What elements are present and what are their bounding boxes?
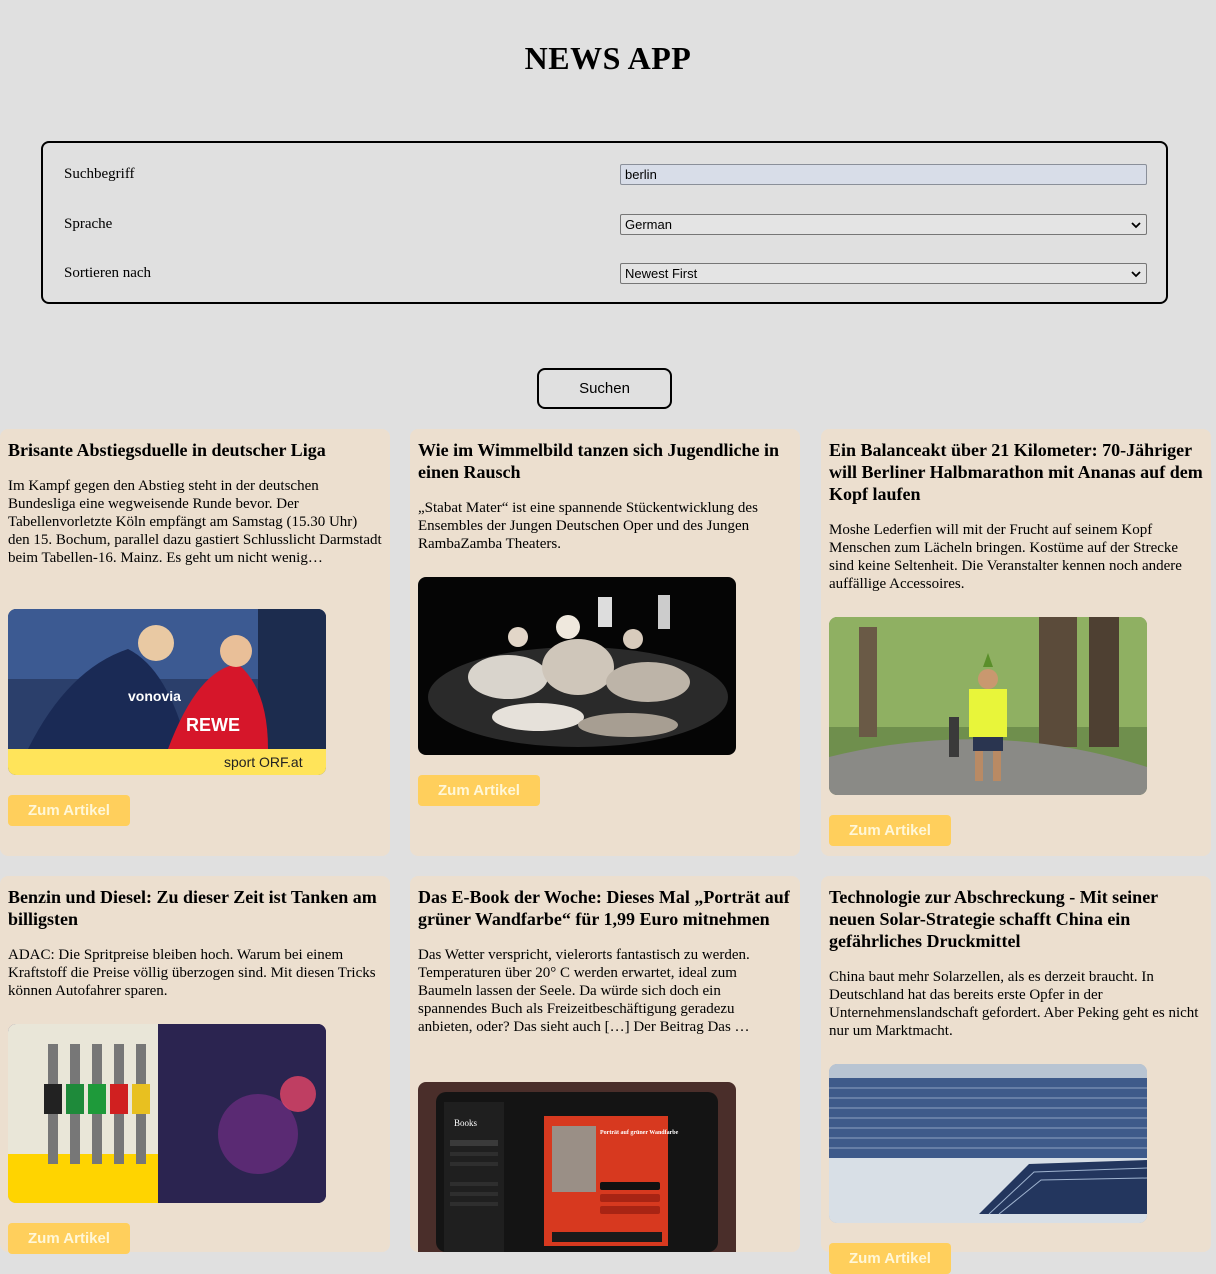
- chevron-down-icon: [1130, 219, 1142, 231]
- article-description: China baut mehr Solarzellen, als es derz…: [829, 969, 1199, 1039]
- article-card: Wie im Wimmelbild tanzen sich Jugendlich…: [410, 429, 800, 856]
- article-title: Brisante Abstiegsduelle in deutscher Lig…: [8, 440, 326, 460]
- article-description: Moshe Lederfien will mit der Frucht auf …: [829, 522, 1182, 592]
- search-term-row: Suchbegriff: [64, 164, 1147, 186]
- read-article-button[interactable]: Zum Artikel: [8, 795, 130, 826]
- sort-row: Sortieren nach Newest First: [64, 263, 1147, 285]
- player-shirt-text: REWE: [186, 715, 240, 735]
- article-title: Das E-Book der Woche: Dieses Mal „Porträ…: [418, 887, 790, 929]
- page-title: NEWS APP: [524, 40, 692, 76]
- article-image: [8, 1024, 326, 1203]
- ebook-book-title: Porträt auf grüner Wandfarbe: [600, 1130, 679, 1136]
- article-image: [829, 617, 1147, 795]
- sort-select[interactable]: Newest First: [620, 263, 1147, 284]
- article-card: Technologie zur Abschreckung - Mit seine…: [821, 876, 1211, 1274]
- search-button[interactable]: Suchen: [537, 368, 672, 409]
- article-title: Wie im Wimmelbild tanzen sich Jugendlich…: [418, 440, 780, 482]
- language-selected-value: German: [625, 217, 672, 232]
- search-form: Suchbegriff Sprache German Sortieren nac…: [41, 141, 1168, 304]
- image-watermark: sport ORF.at: [224, 754, 303, 770]
- article-image: Books Porträt auf grüner Wandfarbe: [418, 1082, 736, 1252]
- read-article-button[interactable]: Zum Artikel: [8, 1223, 130, 1254]
- language-label: Sprache: [64, 216, 113, 232]
- article-card: Ein Balanceakt über 21 Kilometer: 70-Jäh…: [821, 429, 1211, 856]
- search-input[interactable]: [620, 164, 1147, 185]
- article-title: Ein Balanceakt über 21 Kilometer: 70-Jäh…: [829, 440, 1203, 504]
- article-description: ADAC: Die Spritpreise bleiben hoch. Waru…: [8, 947, 376, 999]
- article-image: vonovia REWE sport ORF.at: [8, 609, 326, 775]
- language-row: Sprache German: [64, 214, 1147, 236]
- language-select[interactable]: German: [620, 214, 1147, 235]
- article-image: [418, 577, 736, 755]
- sort-selected-value: Newest First: [625, 266, 698, 281]
- read-article-button[interactable]: Zum Artikel: [418, 775, 540, 806]
- read-article-button[interactable]: Zum Artikel: [829, 815, 951, 846]
- search-term-label: Suchbegriff: [64, 166, 135, 182]
- article-card: Das E-Book der Woche: Dieses Mal „Porträ…: [410, 876, 800, 1252]
- article-card: Brisante Abstiegsduelle in deutscher Lig…: [0, 429, 390, 856]
- sort-label: Sortieren nach: [64, 265, 152, 281]
- article-card: Benzin und Diesel: Zu dieser Zeit ist Ta…: [0, 876, 390, 1254]
- article-image: [829, 1064, 1147, 1223]
- player-shirt-text: vonovia: [128, 688, 181, 704]
- ebook-sidebar-title: Books: [454, 1118, 478, 1128]
- read-article-button[interactable]: Zum Artikel: [829, 1243, 951, 1274]
- article-title: Benzin und Diesel: Zu dieser Zeit ist Ta…: [8, 887, 377, 929]
- chevron-down-icon: [1130, 268, 1142, 280]
- article-title: Technologie zur Abschreckung - Mit seine…: [829, 887, 1158, 951]
- article-description: „Stabat Mater“ ist eine spannende Stücke…: [418, 500, 758, 552]
- article-description: Im Kampf gegen den Abstieg steht in der …: [8, 478, 382, 566]
- article-description: Das Wetter verspricht, vielerorts fantas…: [418, 947, 750, 1035]
